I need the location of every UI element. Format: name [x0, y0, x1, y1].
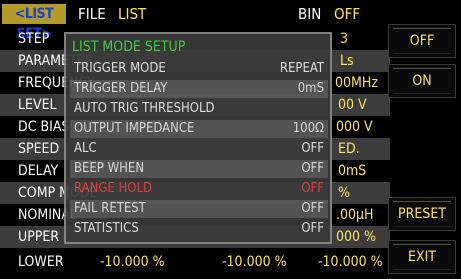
tab-list-setup[interactable]: <LIST SET>	[2, 4, 66, 42]
instrument-screen: <LIST SET> FILE LIST BIN OFF STEP 3 PARA…	[0, 0, 461, 279]
setup-item-label: ALC	[74, 141, 97, 156]
setup-item-label: OUTPUT IMPEDANCE	[74, 121, 195, 136]
setup-item-label: AUTO TRIG THRESHOLD	[74, 101, 215, 116]
setup-item-value: REPEAT	[279, 61, 324, 76]
softkey-label: ON	[412, 73, 432, 89]
softkey-on[interactable]: ON	[388, 64, 456, 98]
setup-item-label: TRIGGER MODE	[74, 61, 166, 76]
param-value: %	[338, 185, 350, 201]
param-label: STEP	[18, 31, 50, 47]
softkey-label: OFF	[409, 33, 435, 49]
setup-item-value: OFF	[301, 201, 324, 216]
setup-item-label: TRIGGER DELAY	[74, 81, 168, 96]
setup-item-value: OFF	[301, 161, 324, 176]
setup-item-value: OFF	[301, 141, 324, 156]
param-row-lower[interactable]: LOWER -10.000 % -10.000 % -10.000 %	[0, 251, 390, 273]
param-value: 00MHz	[335, 75, 378, 91]
param-value: 3	[340, 31, 349, 47]
list-mode-setup-dialog: LIST MODE SETUP TRIGGER MODE REPEAT TRIG…	[64, 32, 332, 244]
param-value: 0mS	[338, 163, 367, 179]
dialog-title: LIST MODE SETUP	[72, 39, 186, 55]
bin-value[interactable]: OFF	[334, 4, 360, 24]
param-label: DC BIAS	[18, 119, 70, 135]
setup-item-label: STATISTICS	[74, 221, 139, 236]
softkey-exit[interactable]: EXIT	[388, 240, 456, 274]
param-value: 00 V	[338, 97, 367, 113]
setup-item-label: FAIL RETEST	[74, 201, 146, 216]
setup-item-statistics[interactable]: STATISTICS OFF	[70, 220, 328, 238]
setup-item-label: BEEP WHEN	[74, 161, 145, 176]
setup-item-label: RANGE HOLD	[74, 181, 153, 196]
param-label: DELAY	[18, 163, 59, 179]
setup-item-fail-retest[interactable]: FAIL RETEST OFF	[70, 200, 328, 218]
setup-item-value: 100Ω	[292, 121, 324, 136]
param-label: SPEED	[18, 141, 60, 157]
tab-file[interactable]: FILE	[78, 4, 106, 24]
param-label: LEVEL	[18, 97, 57, 113]
top-bar: <LIST SET> FILE LIST BIN OFF	[0, 2, 380, 42]
setup-item-output-impedance[interactable]: OUTPUT IMPEDANCE 100Ω	[70, 120, 328, 138]
softkey-preset[interactable]: PRESET	[388, 197, 456, 231]
param-value: .00μH	[336, 207, 374, 223]
softkey-label: PRESET	[398, 206, 446, 222]
param-value: -10.000 %	[100, 254, 165, 270]
param-value-2: -10.000 %	[222, 254, 287, 270]
param-value: Ls	[340, 53, 354, 69]
param-value: 000 V	[336, 119, 373, 135]
param-value: ED.	[338, 141, 360, 157]
setup-item-beep-when[interactable]: BEEP WHEN OFF	[70, 160, 328, 178]
param-label: LOWER	[18, 254, 64, 270]
param-value: 000 %	[336, 229, 377, 245]
setup-item-trigger-mode[interactable]: TRIGGER MODE REPEAT	[70, 60, 328, 78]
setup-item-value: OFF	[301, 181, 324, 196]
bin-label: BIN	[298, 5, 322, 23]
setup-item-value: OFF	[301, 221, 324, 236]
setup-item-alc[interactable]: ALC OFF	[70, 140, 328, 158]
param-value-3: -10.000 %	[318, 254, 383, 270]
param-label: UPPER	[18, 229, 60, 245]
tab-list[interactable]: LIST	[118, 4, 146, 24]
setup-item-value: 0mS	[297, 81, 324, 96]
setup-item-trigger-delay[interactable]: TRIGGER DELAY 0mS	[70, 80, 328, 98]
setup-item-range-hold[interactable]: RANGE HOLD OFF	[70, 180, 328, 198]
setup-item-auto-trig-threshold[interactable]: AUTO TRIG THRESHOLD	[70, 100, 328, 118]
softkey-off[interactable]: OFF	[388, 24, 456, 58]
softkey-label: EXIT	[408, 249, 436, 265]
